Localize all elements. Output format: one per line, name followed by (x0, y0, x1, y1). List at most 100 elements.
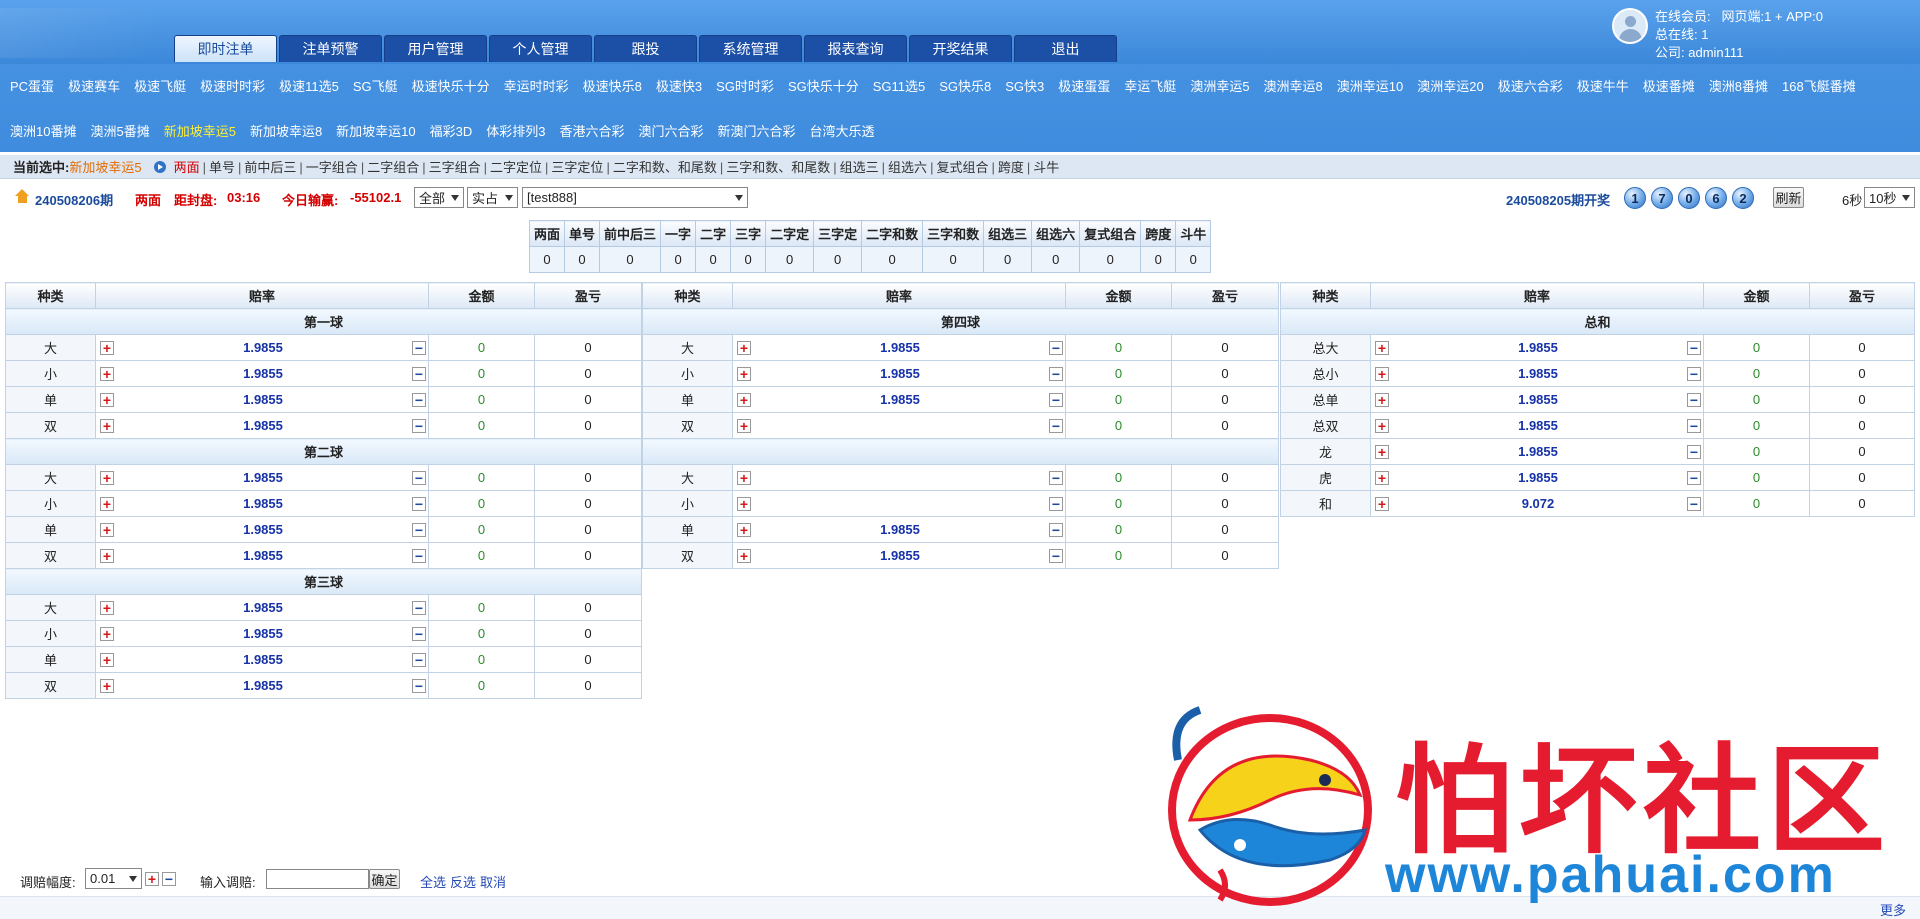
play-type-link[interactable]: 组选六 (888, 160, 927, 175)
main-tab-8[interactable]: 退出 (1014, 35, 1117, 62)
minus-icon[interactable]: − (412, 522, 426, 537)
play-type-link[interactable]: 组选三 (840, 160, 879, 175)
lottery-link[interactable]: 极速快乐8 (583, 76, 642, 95)
main-tab-5[interactable]: 系统管理 (699, 35, 802, 62)
odds-value[interactable]: 1.9855 (751, 548, 1049, 563)
play-type-link[interactable]: 三字和数、和尾数 (726, 160, 830, 175)
main-tab-1[interactable]: 注单预警 (279, 35, 382, 62)
plus-icon[interactable]: + (737, 522, 751, 537)
lottery-link[interactable]: 新加坡幸运8 (250, 121, 322, 140)
odds-value[interactable]: 1.9855 (114, 418, 412, 433)
plus-icon[interactable]: + (1375, 366, 1389, 381)
minus-icon[interactable]: − (1687, 392, 1701, 407)
minus-icon[interactable]: − (412, 626, 426, 641)
refresh-button[interactable]: 刷新 (1773, 187, 1804, 208)
odds-value[interactable]: 1.9855 (114, 678, 412, 693)
play-type-link[interactable]: 跨度 (998, 160, 1024, 175)
lottery-link[interactable]: SG快3 (1005, 76, 1044, 95)
plus-icon[interactable]: + (1375, 340, 1389, 355)
minus-icon[interactable]: − (412, 418, 426, 433)
odds-value[interactable]: 1.9855 (114, 496, 412, 511)
lottery-link[interactable]: 福彩3D (430, 121, 473, 140)
lottery-link[interactable]: 新澳门六合彩 (718, 121, 796, 140)
minus-icon[interactable]: − (412, 392, 426, 407)
odds-value[interactable]: 1.9855 (114, 366, 412, 381)
odds-value[interactable]: 1.9855 (751, 366, 1049, 381)
select-all-link[interactable]: 全选 (420, 872, 446, 891)
invert-selection-link[interactable]: 反选 (450, 872, 476, 891)
plus-icon[interactable]: + (100, 652, 114, 667)
step-select[interactable]: 0.01 (85, 868, 142, 889)
minus-icon[interactable]: − (1049, 366, 1063, 381)
lottery-link[interactable]: 极速时时彩 (200, 76, 265, 95)
plus-icon[interactable]: + (737, 340, 751, 355)
lottery-link[interactable]: 澳洲8番摊 (1709, 76, 1768, 95)
minus-icon[interactable]: − (1049, 548, 1063, 563)
plus-icon[interactable]: + (100, 418, 114, 433)
lottery-link[interactable]: 澳洲10番摊 (10, 121, 76, 140)
lottery-link[interactable]: 极速快乐十分 (412, 76, 490, 95)
lottery-link[interactable]: 幸运飞艇 (1124, 76, 1176, 95)
lottery-link[interactable]: 极速六合彩 (1498, 76, 1563, 95)
minus-icon[interactable]: − (1687, 444, 1701, 459)
plus-icon[interactable]: + (100, 392, 114, 407)
plus-icon[interactable]: + (1375, 418, 1389, 433)
lottery-link[interactable]: 澳门六合彩 (639, 121, 704, 140)
lottery-link[interactable]: 新加坡幸运10 (336, 121, 415, 140)
lottery-link[interactable]: 澳洲幸运10 (1337, 76, 1403, 95)
main-tab-3[interactable]: 个人管理 (489, 35, 592, 62)
main-tab-2[interactable]: 用户管理 (384, 35, 487, 62)
lottery-link[interactable]: SG时时彩 (716, 76, 774, 95)
odds-value[interactable]: 1.9855 (1389, 340, 1687, 355)
lottery-link[interactable]: SG11选5 (873, 76, 926, 95)
plus-icon[interactable]: + (737, 496, 751, 511)
minus-icon[interactable]: − (1687, 418, 1701, 433)
minus-icon[interactable]: − (412, 600, 426, 615)
odds-value[interactable]: 1.9855 (751, 522, 1049, 537)
odds-value[interactable]: 1.9855 (1389, 444, 1687, 459)
plus-icon[interactable]: + (100, 470, 114, 485)
main-tab-6[interactable]: 报表查询 (804, 35, 907, 62)
plus-icon[interactable]: + (100, 626, 114, 641)
lottery-link[interactable]: SG快乐十分 (788, 76, 859, 95)
lottery-link[interactable]: PC蛋蛋 (10, 76, 54, 95)
plus-icon[interactable]: + (1375, 444, 1389, 459)
minus-icon[interactable]: − (1687, 470, 1701, 485)
plus-icon[interactable]: + (100, 600, 114, 615)
minus-icon[interactable]: − (412, 340, 426, 355)
odds-value[interactable]: 1.9855 (751, 340, 1049, 355)
play-type-link[interactable]: 二字定位 (490, 160, 542, 175)
plus-icon[interactable]: + (737, 470, 751, 485)
decrease-all-button[interactable]: − (162, 872, 176, 886)
plus-icon[interactable]: + (100, 522, 114, 537)
odds-value[interactable]: 1.9855 (114, 600, 412, 615)
minus-icon[interactable]: − (412, 366, 426, 381)
plus-icon[interactable]: + (100, 340, 114, 355)
odds-value[interactable]: 1.9855 (1389, 392, 1687, 407)
plus-icon[interactable]: + (737, 392, 751, 407)
lottery-link[interactable]: 极速番摊 (1643, 76, 1695, 95)
confirm-button[interactable]: 确定 (369, 869, 400, 889)
odds-value[interactable]: 1.9855 (114, 522, 412, 537)
minus-icon[interactable]: − (1687, 340, 1701, 355)
filter-all-select[interactable]: 全部 (414, 187, 464, 208)
main-tab-7[interactable]: 开奖结果 (909, 35, 1012, 62)
minus-icon[interactable]: − (1049, 496, 1063, 511)
adjust-input[interactable] (266, 869, 369, 889)
odds-value[interactable]: 1.9855 (1389, 470, 1687, 485)
main-tab-4[interactable]: 跟投 (594, 35, 697, 62)
lottery-link[interactable]: SG快乐8 (939, 76, 991, 95)
odds-value[interactable]: 1.9855 (114, 652, 412, 667)
lottery-link[interactable]: 幸运时时彩 (504, 76, 569, 95)
plus-icon[interactable]: + (1375, 470, 1389, 485)
lottery-link[interactable]: 澳洲5番摊 (90, 121, 149, 140)
minus-icon[interactable]: − (1687, 366, 1701, 381)
main-tab-0[interactable]: 即时注单 (174, 35, 277, 62)
odds-value[interactable]: 1.9855 (114, 470, 412, 485)
lottery-link[interactable]: 极速赛车 (68, 76, 120, 95)
odds-value[interactable]: 1.9855 (114, 548, 412, 563)
minus-icon[interactable]: − (412, 470, 426, 485)
minus-icon[interactable]: − (1049, 522, 1063, 537)
play-type-link[interactable]: 前中后三 (244, 160, 296, 175)
lottery-link[interactable]: 极速11选5 (279, 76, 339, 95)
